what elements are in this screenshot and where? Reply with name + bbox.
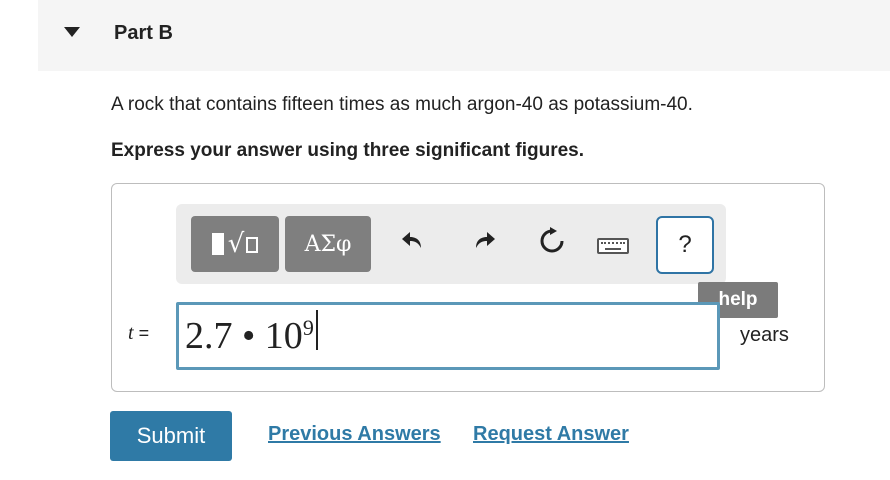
answer-exponent: 9 — [302, 315, 314, 340]
units-label: years — [740, 324, 789, 346]
part-title: Part B — [114, 22, 173, 44]
keyboard-icon[interactable] — [597, 238, 629, 254]
answer-input[interactable]: 2.7 • 10 9 — [176, 302, 720, 370]
templates-icon — [211, 233, 224, 255]
text-cursor — [315, 310, 318, 350]
symbols-button[interactable]: ΑΣφ — [285, 216, 371, 272]
submit-button[interactable]: Submit — [110, 411, 232, 461]
math-toolbar: √ ΑΣφ ? — [176, 204, 726, 284]
part-header[interactable]: Part B — [38, 0, 890, 71]
request-answer-link[interactable]: Request Answer — [473, 423, 629, 446]
square-root-icon: √ — [228, 229, 259, 259]
undo-icon[interactable] — [396, 226, 432, 265]
reset-icon[interactable] — [534, 226, 570, 265]
help-button[interactable]: ? — [656, 216, 714, 274]
collapse-caret-icon[interactable] — [64, 27, 80, 37]
instruction-text: Express your answer using three signific… — [111, 140, 585, 161]
variable-label: t = — [128, 322, 150, 344]
templates-button[interactable]: √ — [191, 216, 279, 272]
answer-base: 2.7 • 10 — [185, 315, 303, 357]
question-text: A rock that contains fifteen times as mu… — [111, 94, 693, 115]
redo-icon[interactable] — [465, 226, 501, 265]
previous-answers-link[interactable]: Previous Answers — [268, 423, 441, 446]
